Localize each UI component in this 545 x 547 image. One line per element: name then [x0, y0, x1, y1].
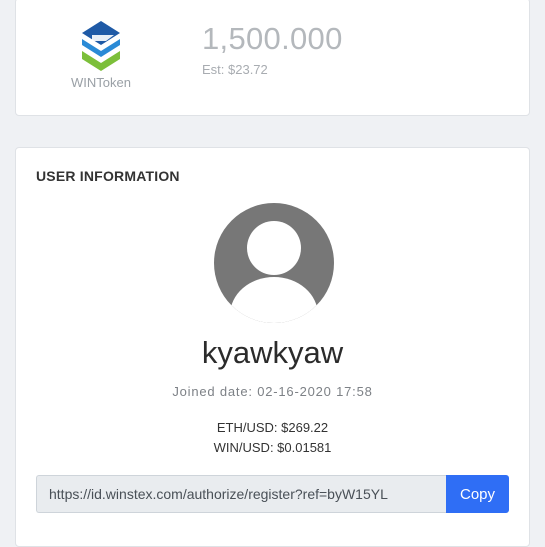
avatar: [214, 203, 334, 323]
win-usd-rate: WIN/USD: $0.01581: [213, 440, 332, 455]
balance-estimate: Est: $23.72: [202, 62, 268, 77]
wintoken-logo-icon: [82, 21, 120, 71]
referral-link-group: Copy: [36, 475, 509, 513]
referral-link-input[interactable]: [36, 475, 447, 513]
token-name: WINToken: [71, 75, 131, 90]
user-avatar-icon: [230, 221, 318, 323]
username: kyawkyaw: [201, 335, 344, 370]
user-information-card: USER INFORMATION kyawkyaw Joined date: 0…: [15, 147, 530, 547]
token-balance: 1,500.000: [202, 21, 343, 56]
token-card: WINToken 1,500.000 Est: $23.72: [15, 0, 530, 116]
eth-usd-rate: ETH/USD: $269.22: [216, 420, 329, 435]
joined-date: Joined date: 02-16-2020 17:58: [172, 384, 373, 399]
copy-button[interactable]: Copy: [446, 475, 509, 513]
section-title: USER INFORMATION: [36, 168, 180, 184]
